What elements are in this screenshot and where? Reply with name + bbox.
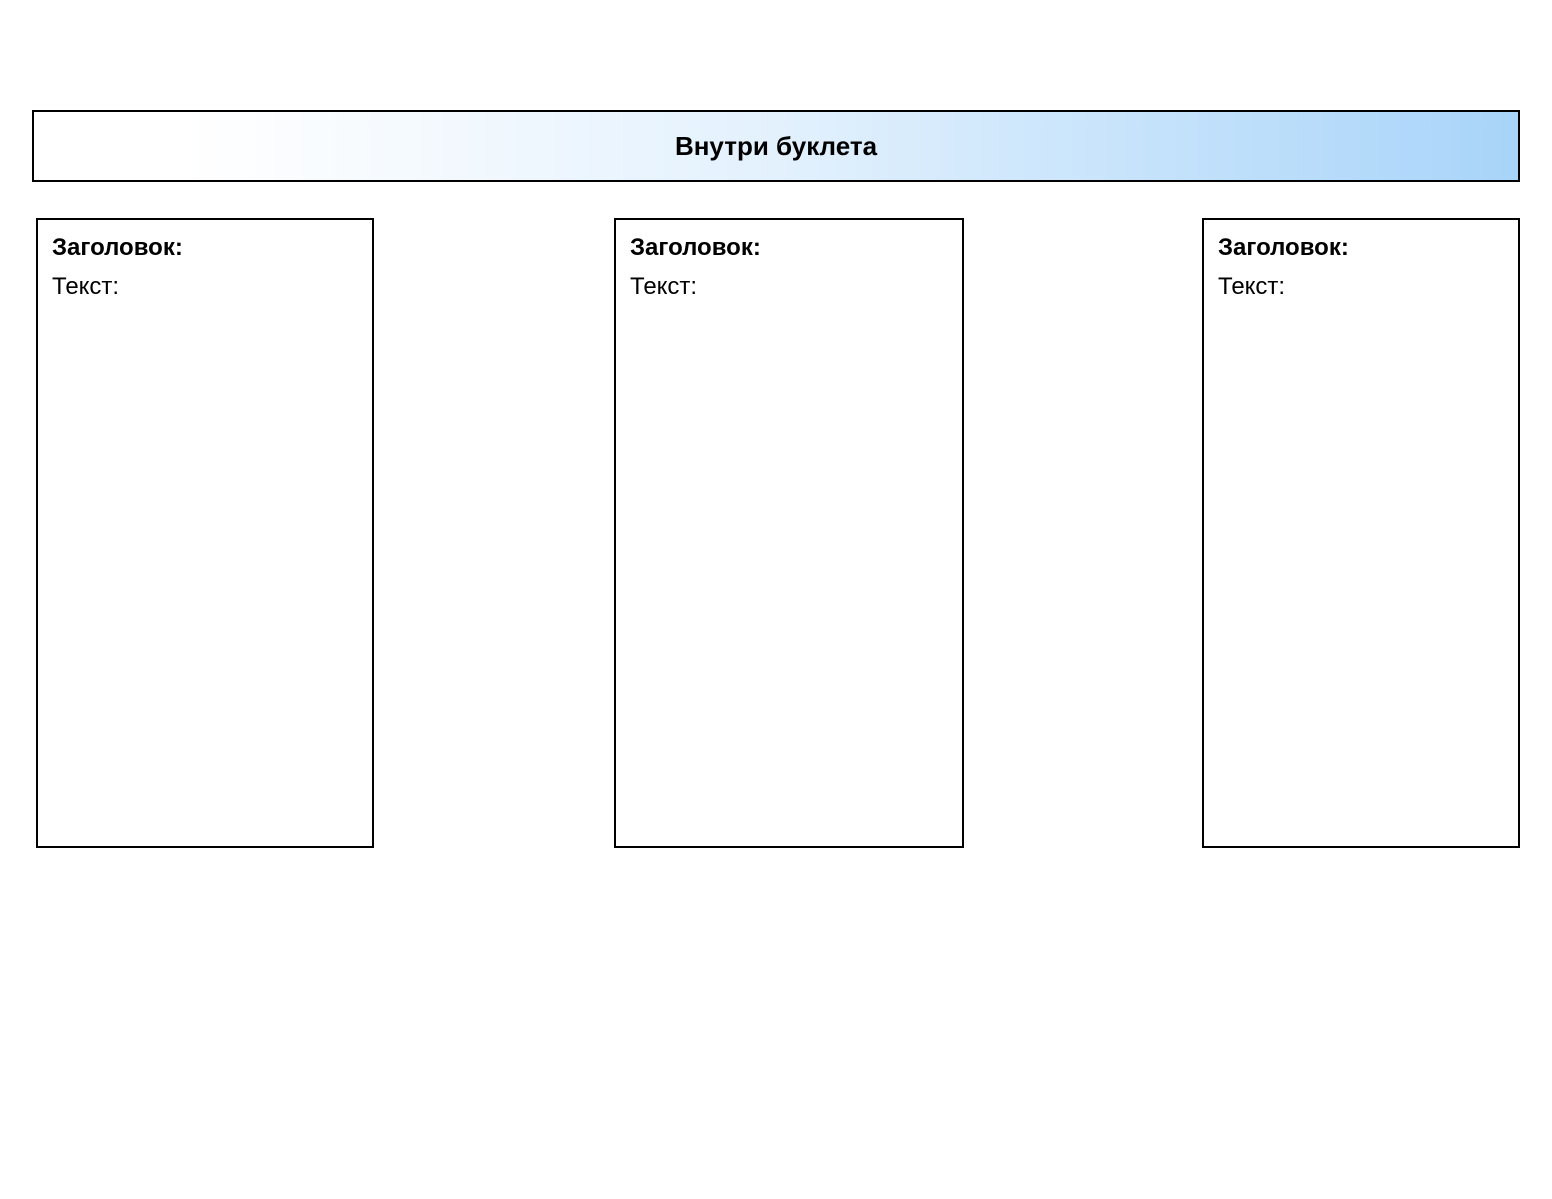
booklet-template-page: Внутри буклета Заголовок: Текст: Заголов… (0, 0, 1552, 848)
panel-heading-label: Заголовок: (630, 232, 948, 263)
panel-2: Заголовок: Текст: (614, 218, 964, 848)
panel-text-label: Текст: (52, 271, 358, 302)
panel-heading-label: Заголовок: (52, 232, 358, 263)
panel-1: Заголовок: Текст: (36, 218, 374, 848)
panel-3: Заголовок: Текст: (1202, 218, 1520, 848)
panels-row: Заголовок: Текст: Заголовок: Текст: Заго… (32, 218, 1520, 848)
banner: Внутри буклета (32, 110, 1520, 182)
banner-title: Внутри буклета (675, 131, 877, 162)
panel-text-label: Текст: (1218, 271, 1504, 302)
panel-heading-label: Заголовок: (1218, 232, 1504, 263)
panel-text-label: Текст: (630, 271, 948, 302)
